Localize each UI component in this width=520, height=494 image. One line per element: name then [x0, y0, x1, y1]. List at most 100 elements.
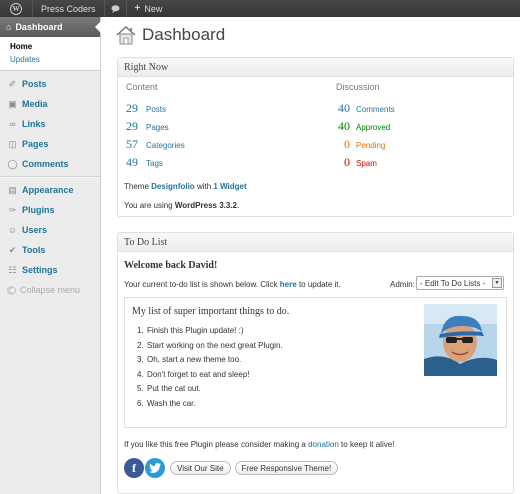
new-label: New — [144, 3, 163, 14]
count-value: 57 — [126, 137, 138, 151]
submenu-home[interactable]: Home — [10, 40, 100, 53]
version-value: WordPress 3.3.2 — [174, 201, 237, 210]
todo-list-widget: To Do List Welcome back David! Your curr… — [117, 232, 514, 494]
collapse-arrow-icon: ◀ — [7, 285, 16, 295]
version-prefix: You are using — [124, 201, 173, 210]
new-content-button[interactable]: + New — [127, 0, 169, 17]
here-link[interactable]: here — [280, 280, 297, 289]
menu-settings-label: Settings — [22, 265, 58, 275]
item-number: 2. — [137, 340, 144, 350]
menu-plugins[interactable]: ✑ Plugins — [0, 200, 100, 220]
pin-icon: ✐ — [8, 78, 17, 89]
content-row-pages[interactable]: 29 Pages — [126, 119, 169, 134]
item-number: 3. — [137, 355, 144, 364]
select-value: - Edit To Do Lists - — [420, 278, 486, 288]
users-icon: ☺ — [7, 225, 18, 235]
menu-comments[interactable]: ◯ Comments — [0, 154, 100, 174]
menu-links[interactable]: ∞ Links — [0, 114, 100, 134]
main-content: Dashboard Right Now Content Discussion 2… — [101, 17, 520, 494]
menu-pages[interactable]: ◫ Pages — [0, 134, 100, 154]
menu-users[interactable]: ☺ Users — [0, 220, 100, 240]
menu-tools[interactable]: ✔ Tools — [0, 240, 100, 260]
menu-plugins-label: Plugins — [22, 205, 55, 215]
list-item: 3. Oh, start a new theme too. — [137, 353, 283, 368]
settings-icon: ☷ — [8, 264, 17, 275]
twitter-icon[interactable] — [145, 458, 165, 478]
visit-our-site-button[interactable]: Visit Our Site — [170, 461, 231, 475]
donation-link[interactable]: donation — [308, 440, 339, 449]
theme-name-link[interactable]: Designfolio — [151, 182, 195, 191]
social-links: f Visit Our Site Free Responsive Theme! — [124, 458, 339, 478]
menu-tools-label: Tools — [22, 245, 46, 255]
todo-items: 1. Finish this Plugin update! :) 2. Start … — [137, 324, 283, 411]
admin-bar: W Press Coders + New — [0, 0, 520, 17]
menu-appearance-label: Appearance — [22, 185, 74, 195]
dashboard-submenu: Home Updates — [0, 37, 100, 71]
content-row-categories[interactable]: 57 Categories — [126, 137, 185, 152]
plugins-icon: ✑ — [8, 204, 17, 215]
widget-count-link[interactable]: 1 Widget — [213, 182, 246, 191]
donation-note: If you like this free Plugin please cons… — [124, 440, 394, 449]
plus-icon: + — [134, 3, 141, 14]
facebook-icon[interactable]: f — [124, 458, 144, 478]
home-icon: ⌂ — [6, 22, 12, 32]
count-value: 49 — [126, 155, 138, 169]
item-number: 1. — [137, 326, 144, 335]
list-item: 1. Finish this Plugin update! :) — [137, 324, 283, 339]
donate-prefix: If you like this free Plugin please cons… — [124, 440, 306, 449]
menu-posts[interactable]: ✐ Posts — [0, 74, 100, 94]
current-list-note: Your current to-do list is shown below. … — [124, 280, 341, 289]
item-text: Put the cat out. — [147, 384, 201, 393]
submenu-updates[interactable]: Updates — [10, 53, 100, 66]
todo-list-title[interactable]: To Do List — [118, 233, 513, 252]
wordpress-logo-icon: W — [10, 2, 22, 15]
discussion-row-pending[interactable]: 0 Pending — [336, 137, 385, 152]
comments-button[interactable] — [105, 0, 127, 17]
discussion-row-spam[interactable]: 0 Spam — [336, 155, 377, 170]
menu-appearance[interactable]: ▤ Appearance — [0, 180, 100, 200]
discussion-row-approved[interactable]: 40 Approved — [336, 119, 390, 134]
links-icon: ∞ — [9, 119, 16, 129]
item-text: Start working on the next great Plugin. — [147, 340, 283, 350]
count-label: Posts — [146, 105, 167, 114]
user-photo — [424, 304, 497, 376]
count-label: Approved — [356, 123, 391, 132]
edit-todo-lists-select[interactable]: - Edit To Do Lists - ▼ — [416, 276, 504, 290]
page-header: Dashboard — [115, 25, 225, 45]
dashboard-house-icon — [116, 25, 136, 45]
count-label: Tags — [146, 159, 163, 168]
current-suffix: to update it. — [298, 280, 341, 289]
chevron-down-icon: ▼ — [492, 278, 502, 288]
collapse-menu-button[interactable]: ◀ Collapse menu — [0, 280, 100, 300]
menu-links-label: Links — [22, 119, 46, 129]
menu-settings[interactable]: ☷ Settings — [0, 260, 100, 280]
donate-suffix: to keep it alive! — [341, 440, 395, 449]
theme-prefix: Theme — [124, 182, 149, 191]
discussion-row-comments[interactable]: 40 Comments — [336, 101, 395, 116]
count-value: 40 — [338, 101, 350, 115]
right-now-title[interactable]: Right Now — [118, 58, 513, 77]
admin-label: Admin: — [390, 280, 415, 289]
item-number: 6. — [137, 398, 144, 408]
wordpress-logo-button[interactable]: W — [0, 0, 33, 17]
count-label: Categories — [146, 141, 185, 150]
discussion-heading: Discussion — [336, 82, 380, 92]
todo-list-panel: My list of super important things to do.… — [124, 297, 507, 428]
site-name-link[interactable]: Press Coders — [33, 0, 105, 17]
comment-bubble-icon — [111, 4, 120, 13]
appearance-icon: ▤ — [8, 184, 17, 195]
free-responsive-theme-button[interactable]: Free Responsive Theme! — [234, 461, 339, 475]
menu-list: ✐ Posts ▣ Media ∞ Links ◫ Pages ◯ Comments ▤ A… — [0, 71, 100, 300]
menu-dashboard[interactable]: ⌂ Dashboard — [0, 17, 101, 37]
item-text: Finish this Plugin update! :) — [147, 326, 244, 335]
content-row-posts[interactable]: 29 Posts — [126, 101, 166, 116]
count-value: 29 — [126, 101, 138, 115]
version-suffix: . — [236, 201, 240, 210]
menu-comments-label: Comments — [22, 159, 69, 169]
collapse-menu-label: Collapse menu — [20, 285, 81, 295]
item-number: 5. — [137, 384, 144, 393]
theme-info: Theme Designfolio with 1 Widget — [124, 182, 247, 191]
menu-media[interactable]: ▣ Media — [0, 94, 100, 114]
item-number: 4. — [137, 369, 144, 379]
content-row-tags[interactable]: 49 Tags — [126, 155, 163, 170]
